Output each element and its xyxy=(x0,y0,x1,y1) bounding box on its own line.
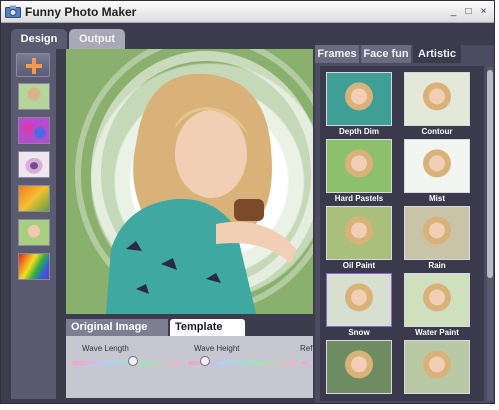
title-bar: Funny Photo Maker _ □ × xyxy=(1,1,494,23)
effect-thumbnail[interactable] xyxy=(326,206,392,260)
editor-tabs: Original Image Edit Template Edit xyxy=(66,319,313,350)
effect-item[interactable]: Rain xyxy=(404,206,470,273)
effects-scroll-thumb[interactable] xyxy=(487,70,493,278)
effects-grid: Depth Dim Contour Hard Pastels Mist Oil Pain… xyxy=(326,72,470,403)
photo-list-panel xyxy=(11,49,56,399)
app-window: Funny Photo Maker _ □ × Design Output Or… xyxy=(0,0,495,404)
effect-label: Oil Paint xyxy=(342,261,376,270)
wave-length-handle[interactable] xyxy=(128,356,138,366)
effect-label: Water Paint xyxy=(415,328,459,337)
template-settings-panel: Wave Length Wave Height Refl xyxy=(66,336,313,398)
effect-thumbnail[interactable] xyxy=(326,72,392,126)
girl-photo-illustration xyxy=(75,49,313,314)
window-title: Funny Photo Maker xyxy=(25,5,137,19)
effect-thumbnail[interactable] xyxy=(404,340,470,394)
window-controls: _ □ × xyxy=(447,5,490,18)
tab-template-edit[interactable]: Template Edit xyxy=(170,319,245,350)
effects-grid-area: Depth Dim Contour Hard Pastels Mist Oil Pain… xyxy=(320,66,484,401)
effect-label: Rain xyxy=(428,261,446,270)
app-camera-icon xyxy=(5,5,21,18)
effect-item[interactable]: Depth Dim xyxy=(326,72,392,139)
thumbnail-fruit[interactable] xyxy=(18,185,50,212)
effect-label: Depth Dim xyxy=(339,127,379,136)
effect-thumbnail[interactable] xyxy=(326,139,392,193)
tab-face-fun[interactable]: Face fun xyxy=(361,45,411,63)
tab-output[interactable]: Output xyxy=(69,29,125,49)
tab-frames[interactable]: Frames xyxy=(315,45,359,63)
effect-label: Mist xyxy=(429,194,445,203)
effect-thumbnail[interactable] xyxy=(326,273,392,327)
effect-item[interactable] xyxy=(404,340,470,403)
reflection-label: Refl xyxy=(300,344,313,353)
thumbnail-flowers[interactable] xyxy=(18,117,50,144)
effect-item[interactable]: Mist xyxy=(404,139,470,206)
effect-thumbnail[interactable] xyxy=(404,139,470,193)
thumbnail-girl[interactable] xyxy=(18,83,50,110)
effect-label: Hard Pastels xyxy=(334,194,384,203)
tab-design[interactable]: Design xyxy=(11,29,67,49)
effect-item[interactable]: Water Paint xyxy=(404,273,470,340)
thumbnail-baby[interactable] xyxy=(18,219,50,246)
effect-label: Contour xyxy=(421,127,453,136)
effect-thumbnail[interactable] xyxy=(404,273,470,327)
effect-item[interactable]: Oil Paint xyxy=(326,206,392,273)
effect-thumbnail[interactable] xyxy=(404,72,470,126)
close-button[interactable]: × xyxy=(477,5,490,18)
add-photo-button[interactable] xyxy=(16,53,50,77)
thumbnail-rainbow[interactable] xyxy=(18,253,50,280)
photo-preview xyxy=(66,49,313,314)
wave-length-slider[interactable] xyxy=(72,361,180,365)
tab-original-image-edit[interactable]: Original Image Edit xyxy=(66,319,168,350)
wave-height-label: Wave Height xyxy=(194,344,240,353)
wave-height-handle[interactable] xyxy=(200,356,210,366)
reflection-slider[interactable] xyxy=(302,361,313,365)
thumbnail-eye[interactable] xyxy=(18,151,50,178)
plus-icon xyxy=(26,58,42,74)
wave-length-label: Wave Length xyxy=(82,344,129,353)
effect-item[interactable]: Snow xyxy=(326,273,392,340)
maximize-button[interactable]: □ xyxy=(462,5,475,18)
thumbnail-list xyxy=(18,83,50,280)
minimize-button[interactable]: _ xyxy=(447,5,460,18)
effect-item[interactable]: Hard Pastels xyxy=(326,139,392,206)
effect-label: Snow xyxy=(348,328,370,337)
effects-panel: Frames Face fun Artistic Depth Dim Contou… xyxy=(315,45,494,403)
effect-item[interactable]: Contour xyxy=(404,72,470,139)
effect-item[interactable] xyxy=(326,340,392,403)
effect-thumbnail[interactable] xyxy=(404,206,470,260)
effects-scrollbar[interactable] xyxy=(487,67,493,401)
effect-thumbnail[interactable] xyxy=(326,340,392,394)
tab-artistic[interactable]: Artistic xyxy=(413,45,461,63)
